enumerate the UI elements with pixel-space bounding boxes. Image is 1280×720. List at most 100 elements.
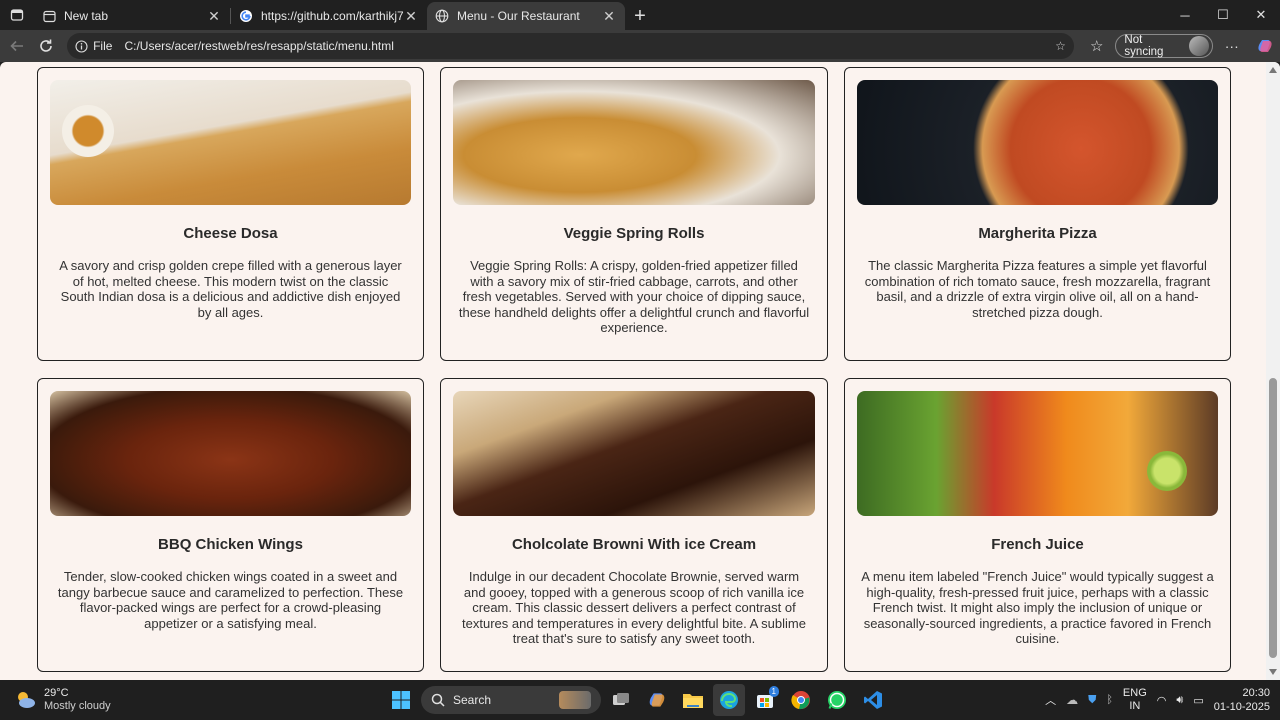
bluetooth-icon[interactable]: ᛒ (1106, 694, 1113, 706)
clock-time: 20:30 (1242, 687, 1270, 699)
google-icon (239, 9, 253, 23)
minimize-button[interactable]: ─ (1166, 0, 1204, 30)
page-scrollbar[interactable] (1266, 62, 1280, 680)
back-button[interactable] (2, 31, 32, 61)
favorites-icon: ☆ (1089, 38, 1104, 55)
pizza-photo (857, 80, 1218, 205)
menu-item-description: The classic Margherita Pizza features a … (864, 258, 1211, 320)
spring-rolls-photo (453, 80, 815, 205)
scroll-down-icon[interactable] (1269, 669, 1277, 675)
copilot-button[interactable] (1251, 31, 1280, 61)
scroll-thumb[interactable] (1269, 378, 1277, 658)
weather-temperature: 29°C (44, 687, 69, 699)
favorite-star-icon[interactable]: ☆ (1055, 39, 1066, 53)
info-icon (75, 39, 88, 53)
windows-logo-icon (392, 691, 410, 709)
profile-button[interactable]: Not syncing (1115, 34, 1214, 58)
wifi-icon[interactable]: ◠ (1157, 694, 1167, 707)
search-highlight-icon (559, 691, 591, 709)
task-view-button[interactable] (605, 684, 637, 716)
onedrive-icon[interactable]: ☁ (1066, 693, 1078, 707)
vscode-icon (864, 691, 882, 709)
browser-toolbar: File C:/Users/acer/restweb/res/resapp/st… (0, 30, 1280, 62)
menu-item-description: Veggie Spring Rolls: A crispy, golden-fr… (458, 258, 810, 335)
edge-icon (720, 691, 738, 709)
close-tab-icon[interactable]: ✕ (601, 8, 617, 25)
menu-card: French Juice A menu item labeled "French… (844, 378, 1231, 672)
task-view-icon (613, 693, 629, 705)
url-text[interactable]: C:/Users/acer/restweb/res/resapp/static/… (124, 39, 1055, 53)
whatsapp-button[interactable] (821, 684, 853, 716)
scheme-label: File (93, 39, 113, 53)
refresh-button[interactable] (32, 31, 62, 61)
battery-icon[interactable]: ▭ (1193, 694, 1203, 707)
weather-widget[interactable]: 29°C Mostly cloudy (14, 687, 111, 713)
back-arrow-icon (10, 40, 23, 52)
menu-item-description: Tender, slow-cooked chicken wings coated… (57, 569, 404, 631)
juice-photo (857, 391, 1218, 516)
menu-item-title: Cheese Dosa (183, 225, 278, 242)
menu-card: BBQ Chicken Wings Tender, slow-cooked ch… (37, 378, 424, 672)
menu-grid: Cheese Dosa A savory and crisp golden cr… (37, 67, 1231, 672)
store-button[interactable]: 1 (749, 684, 781, 716)
taskbar-search[interactable]: Search (421, 686, 601, 714)
tab-github[interactable]: https://github.com/karthikj757/8 ✕ (231, 2, 427, 30)
edge-button[interactable] (713, 684, 745, 716)
minimize-icon: ─ (1180, 7, 1190, 23)
tab-new-tab[interactable]: New tab ✕ (34, 2, 230, 30)
window-controls: ─ ☐ ✕ (1166, 0, 1280, 30)
whatsapp-icon (828, 691, 846, 709)
menu-item-title: Veggie Spring Rolls (563, 225, 705, 242)
security-icon[interactable]: ⛊ (1088, 694, 1096, 707)
menu-card: Margherita Pizza The classic Margherita … (844, 67, 1231, 361)
menu-item-title: French Juice (991, 536, 1084, 553)
volume-icon[interactable]: 🔊︎ (1176, 694, 1183, 707)
menu-card: Veggie Spring Rolls Veggie Spring Rolls:… (440, 67, 828, 361)
tab-actions-button[interactable] (0, 0, 34, 30)
tab-strip: New tab ✕ https://github.com/karthikj757… (0, 0, 1280, 30)
menu-item-description: A menu item labeled "French Juice" would… (861, 569, 1214, 646)
maximize-button[interactable]: ☐ (1204, 0, 1242, 30)
copilot-app-button[interactable] (641, 684, 673, 716)
plus-icon: + (634, 4, 646, 27)
toolbar-right: ☆ Not syncing ··· (1082, 31, 1280, 61)
tab-menu-our-restaurant[interactable]: Menu - Our Restaurant ✕ (427, 2, 625, 30)
vscode-button[interactable] (857, 684, 889, 716)
favorites-button[interactable]: ☆ (1082, 31, 1111, 61)
address-bar[interactable]: File C:/Users/acer/restweb/res/resapp/st… (67, 33, 1074, 59)
search-icon (431, 693, 445, 707)
tab-label: Menu - Our Restaurant (457, 9, 580, 23)
new-tab-button[interactable]: + (625, 2, 655, 30)
new-tab-icon (42, 9, 56, 23)
clock[interactable]: 20:30 01-10-2025 (1214, 686, 1270, 714)
globe-icon (435, 9, 449, 23)
system-tray: ︿ ☁ ⛊ ᛒ ENG IN ◠ 🔊︎ ▭ 20:30 01-10-2025 (1045, 684, 1270, 716)
close-window-button[interactable]: ✕ (1242, 0, 1280, 30)
menu-item-description: A savory and crisp golden crepe filled w… (59, 258, 402, 320)
menu-card: Cholcolate Browni With ice Cream Indulge… (440, 378, 828, 672)
file-explorer-button[interactable] (677, 684, 709, 716)
more-dots-icon: ··· (1224, 38, 1239, 54)
notification-badge: 1 (768, 686, 779, 697)
page-viewport: Cheese Dosa A savory and crisp golden cr… (0, 62, 1280, 680)
close-tab-icon[interactable]: ✕ (403, 8, 419, 25)
scroll-up-icon[interactable] (1269, 67, 1277, 73)
cloudy-weather-icon (18, 692, 35, 708)
site-info-button[interactable]: File (75, 39, 112, 53)
tab-label: New tab (64, 9, 109, 23)
close-icon: ✕ (1255, 7, 1267, 22)
chrome-icon (791, 691, 810, 710)
brownie-photo (453, 391, 815, 516)
more-menu-button[interactable]: ··· (1217, 31, 1246, 61)
language-indicator[interactable]: ENG IN (1123, 687, 1147, 713)
folder-icon (683, 694, 703, 708)
chrome-button[interactable] (785, 684, 817, 716)
start-button[interactable] (385, 684, 417, 716)
cheese-dosa-photo (50, 80, 411, 205)
chevron-up-icon[interactable]: ︿ (1045, 692, 1056, 708)
sync-status-label: Not syncing (1124, 34, 1164, 58)
taskbar: 29°C Mostly cloudy Search 1 ︿ ☁ ⛊ ᛒ ENG … (0, 680, 1280, 720)
wings-photo (50, 391, 411, 516)
close-tab-icon[interactable]: ✕ (206, 8, 222, 25)
menu-card: Cheese Dosa A savory and crisp golden cr… (37, 67, 424, 361)
